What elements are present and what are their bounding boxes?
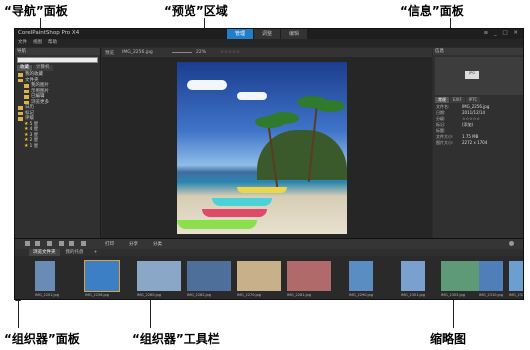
tab-collections[interactable]: 收藏: [17, 65, 32, 71]
title-bar: CorelPaintShop Pro X4 管理 调整 编辑 ≡ _ □ ✕: [15, 29, 523, 39]
organizer-tabs: 浏览文件夹 我的托盘 +: [15, 249, 523, 256]
tree-item[interactable]: ★ 1 星: [18, 142, 100, 150]
tab-iptc[interactable]: IPTC: [465, 97, 481, 103]
callout-info: “信息”面板: [400, 4, 464, 18]
preview-image: [177, 62, 347, 234]
organizer-panel: 打印 分享 分类 浏览文件夹 我的托盘 + IMG_2201.jpg IMG_22…: [15, 238, 524, 299]
preview-toolbar: 预览 IMG_2256.jpg 22% ☆☆☆☆☆: [102, 48, 432, 57]
thumbnail[interactable]: [401, 261, 425, 291]
mode-tabs: 管理 调整 编辑: [227, 29, 308, 39]
camera-icon[interactable]: [81, 241, 86, 246]
star-icon: ★: [24, 142, 29, 149]
thumbnail-caption: IMG_2310.jpg: [479, 293, 503, 297]
folder-icon: [18, 117, 23, 121]
thumbnail-caption: IMG_2305.jpg: [441, 293, 465, 297]
settings-icon[interactable]: [509, 241, 514, 246]
thumbnail-caption: IMG_2290.jpg: [349, 293, 373, 297]
filter-icon[interactable]: [35, 241, 40, 246]
app-title: CorelPaintShop Pro X4: [18, 30, 80, 36]
navigation-tree: 我的收藏 文件夹 我的图片 示例图片 已编辑 浏览更多 日历 标记 评级 ★ 5 星 ★ 4 星 ★ 3 星…: [15, 72, 100, 149]
thumbnail-caption: IMG_2270.jpg: [237, 293, 261, 297]
thumbnail-caption: IMG_2320.jpg: [509, 293, 524, 297]
thumbnail[interactable]: [187, 261, 231, 291]
toolbar-share[interactable]: 分享: [129, 241, 138, 247]
tab-edit[interactable]: 编辑: [281, 29, 308, 39]
navigation-header: 导航: [15, 48, 100, 55]
thumbnail[interactable]: [84, 260, 120, 292]
view-icon[interactable]: [25, 241, 30, 246]
thumbnail-caption: IMG_2256.jpg: [85, 293, 109, 297]
thumbnail-strip: IMG_2201.jpg IMG_2256.jpg IMG_2260.jpg IMG_…: [29, 258, 524, 299]
thumbnail[interactable]: [349, 261, 373, 291]
preview-label: 预览: [105, 51, 114, 56]
info-panel: 信息 JPG 常规 EXIF IPTC 文件名: IMG_2256.jpg 日期: 2…: [433, 48, 523, 238]
rotate-left-icon[interactable]: [59, 241, 64, 246]
callout-navigation: “导航”面板: [4, 4, 68, 18]
add-tab-button[interactable]: +: [90, 249, 102, 256]
info-value[interactable]: (添加): [462, 122, 473, 128]
toolbar-print[interactable]: 打印: [105, 241, 114, 247]
tree-item-label: 1 星: [29, 143, 39, 149]
thumbnail-caption: IMG_2260.jpg: [137, 293, 161, 297]
folder-icon: [18, 106, 23, 110]
thumbnail[interactable]: [137, 261, 181, 291]
tab-my-tray[interactable]: 我的托盘: [62, 249, 88, 256]
info-value[interactable]: 2272 x 1704: [462, 140, 487, 146]
tab-general[interactable]: 常规: [435, 97, 449, 103]
preview-rating[interactable]: ☆☆☆☆☆: [220, 50, 240, 55]
info-key: 图片大小:: [436, 140, 454, 145]
share-icon[interactable]: [47, 241, 52, 246]
callout-organizer: “组织器”面板: [4, 332, 80, 346]
tab-exif[interactable]: EXIF: [450, 97, 465, 103]
thumbnail[interactable]: [237, 261, 281, 291]
thumbnail[interactable]: [287, 261, 331, 291]
callout-thumbnails: 缩略图: [430, 332, 467, 346]
zoom-slider[interactable]: [172, 52, 192, 53]
rotate-right-icon[interactable]: [69, 241, 74, 246]
zoom-value: 22%: [196, 50, 207, 55]
info-rows: 文件名: IMG_2256.jpg 日期: 2011/12/14 分级: ☆☆☆☆☆ 标记:…: [433, 104, 523, 146]
tab-browse-folders[interactable]: 浏览文件夹: [29, 249, 60, 256]
menu-file[interactable]: 文件: [18, 39, 27, 47]
folder-icon: [18, 111, 23, 115]
menu-bar: 文件 视图 帮助: [15, 39, 523, 47]
info-row: 图片大小: 2272 x 1704: [433, 140, 523, 146]
thumbnail[interactable]: [479, 261, 503, 291]
tab-manage[interactable]: 管理: [227, 29, 254, 39]
folder-icon: [24, 84, 29, 88]
thumbnail[interactable]: [35, 261, 55, 291]
menu-help[interactable]: 帮助: [48, 39, 57, 47]
thumbnail-caption: IMG_2281.jpg: [287, 293, 311, 297]
callout-organizer-toolbar: “组织器”工具栏: [132, 332, 220, 346]
folder-icon: [18, 73, 23, 77]
thumbnail-caption: IMG_2201.jpg: [35, 293, 59, 297]
preview-filename: IMG_2256.jpg: [122, 50, 153, 55]
tab-adjust[interactable]: 调整: [254, 29, 281, 39]
info-header: 信息: [433, 48, 523, 55]
info-thumbnail: JPG: [435, 57, 523, 95]
navigation-search-input[interactable]: [17, 57, 98, 63]
info-thumb-label: JPG: [465, 71, 479, 79]
preview-area: 预览 IMG_2256.jpg 22% ☆☆☆☆☆: [102, 48, 432, 238]
folder-icon: [24, 89, 29, 93]
app-window: CorelPaintShop Pro X4 管理 调整 编辑 ≡ _ □ ✕ 文…: [14, 28, 524, 300]
navigation-panel: 导航 收藏 计算机 我的收藏 文件夹 我的图片 示例图片 已编辑 浏览更多 日历 标记 评级 ★ 5…: [15, 48, 101, 238]
folder-icon: [24, 95, 29, 99]
folder-icon: [18, 78, 23, 82]
organizer-toolbar: 打印 分享 分类: [15, 239, 523, 249]
callout-preview: “预览”区域: [164, 4, 228, 18]
toolbar-sort[interactable]: 分类: [153, 241, 162, 247]
tab-computer[interactable]: 计算机: [33, 65, 53, 71]
menu-view[interactable]: 视图: [33, 39, 42, 47]
thumbnail[interactable]: [509, 261, 523, 291]
window-controls[interactable]: ≡ _ □ ✕: [484, 30, 520, 36]
thumbnail-caption: IMG_2301.jpg: [401, 293, 425, 297]
thumbnail-caption: IMG_2262.jpg: [187, 293, 211, 297]
folder-icon: [24, 100, 29, 104]
